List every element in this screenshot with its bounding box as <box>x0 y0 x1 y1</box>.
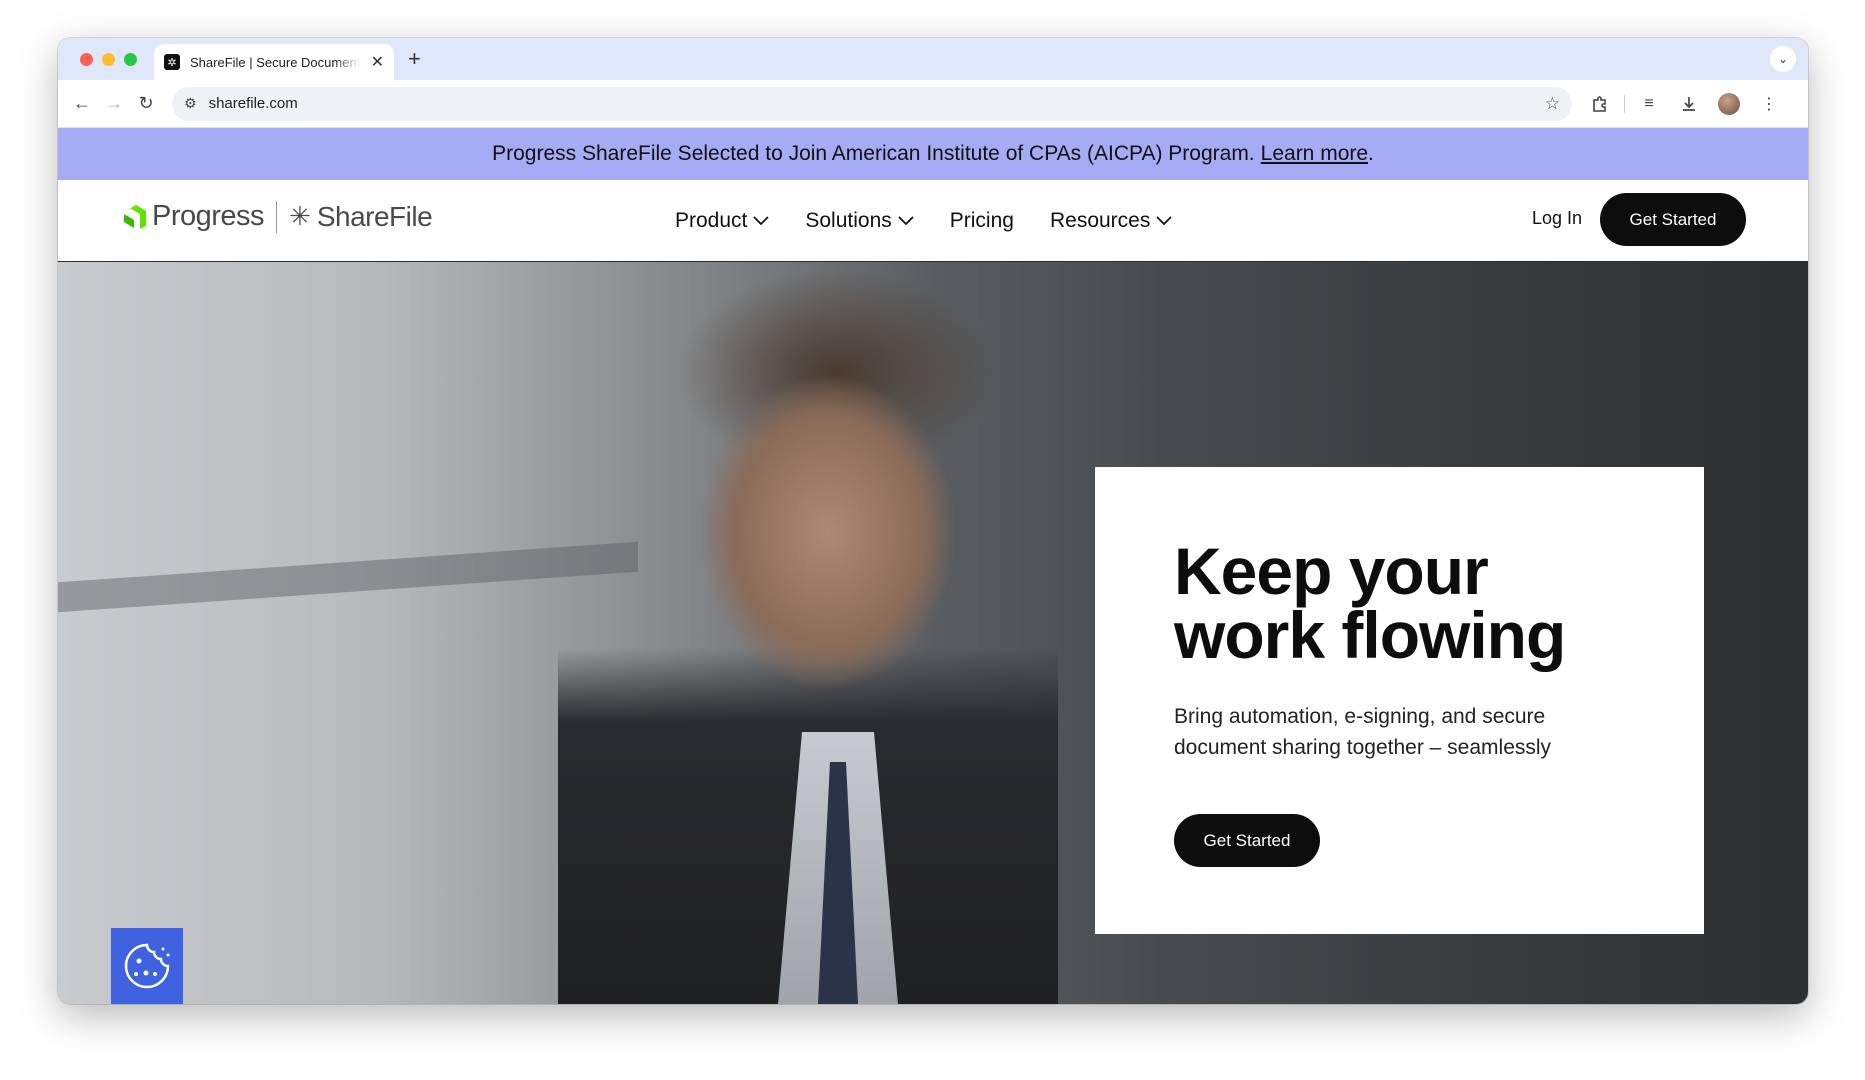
bookmark-star-icon[interactable]: ☆ <box>1545 94 1560 114</box>
back-arrow-icon[interactable]: ← <box>66 88 98 120</box>
extensions-puzzle-icon[interactable] <box>1584 88 1616 120</box>
hero-subtitle: Bring automation, e-signing, and secure … <box>1174 705 1552 759</box>
chevron-down-icon <box>753 216 770 226</box>
media-queue-icon[interactable]: ≡ <box>1633 88 1665 120</box>
new-tab-button[interactable]: + <box>408 46 421 72</box>
tab-title: ShareFile | Secure Document <box>190 54 360 70</box>
nav-label: Solutions <box>805 209 892 232</box>
chevron-down-icon <box>898 216 914 226</box>
tab-search-chevron-icon[interactable]: ⌄ <box>1770 46 1796 72</box>
chevron-down-icon <box>1156 216 1172 226</box>
logo-progress-text: Progress <box>152 200 265 232</box>
profile-avatar[interactable] <box>1713 88 1745 120</box>
login-link[interactable]: Log In <box>1532 208 1582 229</box>
nav-item-solutions[interactable]: Solutions <box>805 209 914 233</box>
banner-trailing: . <box>1368 142 1374 165</box>
tab-strip: ✲ ShareFile | Secure Document ✕ + ⌄ <box>58 38 1808 80</box>
browser-toolbar: ← → ↻ ⚙ sharefile.com ☆ ≡ ⋮ <box>58 80 1808 128</box>
site-info-icon[interactable]: ⚙ <box>184 95 197 112</box>
logo-divider <box>276 200 278 233</box>
site-logo[interactable]: Progress ✳ ShareFile <box>120 200 433 233</box>
announcement-banner: Progress ShareFile Selected to Join Amer… <box>58 128 1808 180</box>
web-page: Progress ShareFile Selected to Join Amer… <box>58 128 1808 1004</box>
nav-item-resources[interactable]: Resources <box>1050 209 1172 233</box>
hero-title: Keep your work flowing <box>1174 534 1566 672</box>
download-icon[interactable] <box>1673 88 1705 120</box>
nav-item-pricing[interactable]: Pricing <box>950 209 1014 233</box>
nav-label: Resources <box>1049 209 1151 232</box>
address-bar[interactable]: ⚙ sharefile.com ☆ <box>172 86 1572 121</box>
sharefile-favicon-icon: ✲ <box>164 54 180 70</box>
nav-label: Product <box>675 209 748 232</box>
minimize-window-button[interactable] <box>102 53 115 66</box>
progress-logo-icon <box>124 204 146 229</box>
url-text[interactable]: sharefile.com <box>209 95 298 112</box>
hero-background-desk <box>58 541 638 613</box>
nav-label: Pricing <box>949 209 1014 232</box>
browser-tab-active[interactable]: ✲ ShareFile | Secure Document ✕ <box>154 44 394 80</box>
more-menu-icon[interactable]: ⋮ <box>1753 88 1785 120</box>
site-header: Progress ✳ ShareFile Product Solutions P… <box>58 180 1808 262</box>
logo-sharefile-text: ShareFile <box>316 200 433 232</box>
header-get-started-button[interactable]: Get Started <box>1600 193 1746 246</box>
nav-item-product[interactable]: Product <box>675 209 770 233</box>
main-navigation: Product Solutions Pricing Resources <box>675 180 1172 262</box>
tab-close-icon[interactable]: ✕ <box>371 52 384 72</box>
forward-arrow-icon[interactable]: → <box>98 88 130 120</box>
cookie-settings-button[interactable] <box>111 928 183 1004</box>
hero-section: Keep your work flowing Bring automation,… <box>58 262 1808 1004</box>
banner-text: Progress ShareFile Selected to Join Amer… <box>492 142 1255 165</box>
window-controls <box>80 53 137 66</box>
browser-window: ✲ ShareFile | Secure Document ✕ + ⌄ ← → … <box>58 38 1808 1004</box>
banner-learn-more-link[interactable]: Learn more <box>1261 142 1368 166</box>
hero-card: Keep your work flowing Bring automation,… <box>1095 467 1704 934</box>
maximize-window-button[interactable] <box>124 53 137 66</box>
toolbar-separator <box>1624 94 1625 113</box>
reload-icon[interactable]: ↻ <box>130 88 162 120</box>
sharefile-logo-icon: ✳ <box>289 201 311 231</box>
close-window-button[interactable] <box>80 53 93 66</box>
cookie-icon <box>124 943 170 989</box>
toolbar-icons: ≡ ⋮ <box>1584 88 1785 120</box>
hero-get-started-button[interactable]: Get Started <box>1174 814 1320 867</box>
